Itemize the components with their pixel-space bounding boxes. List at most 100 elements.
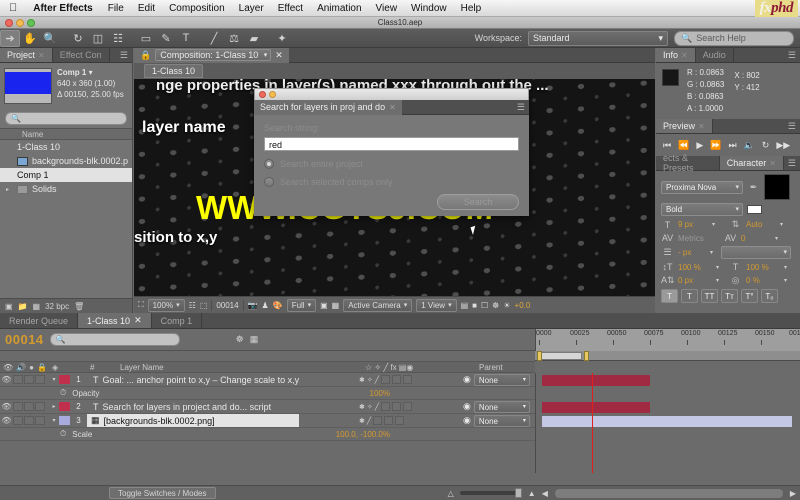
chevron-down-icon[interactable]: ▾ <box>712 221 715 228</box>
parent-select[interactable]: None <box>473 414 530 427</box>
region-icon[interactable]: ▣ <box>320 301 328 310</box>
footer-timecode[interactable]: 00014 <box>216 301 238 310</box>
camera-view-select[interactable]: Active Camera ▾ <box>343 298 413 312</box>
work-area-start-handle[interactable] <box>537 351 542 361</box>
panel-menu-icon[interactable]: ☰ <box>784 119 800 133</box>
new-folder-icon[interactable]: 📁 <box>18 302 28 311</box>
stroke-width-value[interactable]: - px <box>678 248 706 257</box>
first-frame-icon[interactable]: ⏮ <box>663 140 671 151</box>
tab-1-class-10[interactable]: 1-Class 10 ✕ <box>78 313 152 328</box>
chevron-down-icon[interactable]: ▾ <box>710 249 713 256</box>
vertical-scale-value[interactable]: 100 % <box>678 263 712 272</box>
fast-preview-icon[interactable]: ■ <box>472 301 477 310</box>
traffic-lights[interactable] <box>5 19 35 27</box>
transparency-grid-icon[interactable]: ▦ <box>332 301 340 310</box>
audio-toggle[interactable] <box>13 416 23 425</box>
comp-flowchart-icon[interactable]: ☸ <box>236 334 244 345</box>
table-row[interactable]: 👁 ▾ 3 ▦ [backgrounds-blk.0002.png] ✱ ╱ ◉… <box>0 414 535 428</box>
maximize-icon[interactable] <box>27 19 35 27</box>
chevron-down-icon[interactable]: ▾ <box>716 264 719 271</box>
work-area-bar[interactable] <box>535 351 800 361</box>
close-icon[interactable]: ✕ <box>38 51 45 60</box>
parent-pickwhip-icon[interactable]: ◉ <box>463 401 471 412</box>
solo-toggle[interactable] <box>24 402 34 411</box>
menu-item-effect[interactable]: Effect <box>271 3 310 14</box>
list-item[interactable]: Comp 1 <box>0 168 132 182</box>
timeline-icon[interactable]: ☐ <box>481 301 488 310</box>
hand-icon[interactable]: ✋ <box>20 30 40 47</box>
chevron-down-icon[interactable]: ▾ <box>775 235 778 242</box>
layer-switches[interactable]: ✱ ╱ <box>359 416 463 425</box>
bpc-label[interactable]: 32 bpc <box>45 302 69 311</box>
table-row[interactable]: 👁 ▾ 1 T Goal: ... anchor point to x,y – … <box>0 373 535 387</box>
tab-effect-controls[interactable]: Effect Con <box>53 48 110 62</box>
radio-icon[interactable] <box>264 177 274 187</box>
ram-preview-icon[interactable]: ▶▶ <box>776 140 790 151</box>
new-comp-icon[interactable]: ▣ <box>5 302 13 311</box>
snapshot-icon[interactable]: 📷 <box>248 301 258 310</box>
arrow-icon[interactable]: ➔ <box>0 29 20 47</box>
zoom-in-icon[interactable]: ▲ <box>528 489 536 498</box>
dialog-titlebar[interactable] <box>254 88 529 100</box>
close-icon[interactable]: ✕ <box>769 159 776 168</box>
property-value[interactable]: 100.0, -100.0% <box>336 430 390 439</box>
parent-cell[interactable]: ◉ None <box>463 400 535 413</box>
play-icon[interactable]: ▶ <box>696 140 703 151</box>
layer-toggles[interactable] <box>13 402 49 411</box>
tab-info[interactable]: Info ✕ <box>656 48 696 62</box>
solo-toggle[interactable] <box>24 375 34 384</box>
layer-label-color[interactable] <box>59 416 70 425</box>
tab-search-for-layers[interactable]: Search for layers in proj and do ✕ <box>254 99 402 115</box>
property-value[interactable]: 100% <box>370 389 390 398</box>
minimize-icon[interactable] <box>16 19 24 27</box>
kerning-value[interactable]: Metrics <box>678 234 712 243</box>
tab-character[interactable]: Character ✕ <box>719 156 784 170</box>
loop-icon[interactable]: ↻ <box>762 140 770 151</box>
exposure-value[interactable]: +0.0 <box>515 301 531 310</box>
eye-icon[interactable]: 👁 <box>0 402 13 411</box>
work-area-end-handle[interactable] <box>584 351 589 361</box>
layer-name-cell[interactable]: T Search for layers in project and do...… <box>87 402 359 412</box>
layer-bar[interactable] <box>542 416 792 427</box>
panel-menu-icon[interactable]: ☰ <box>784 156 800 170</box>
timeline-zoom-slider[interactable] <box>459 488 522 498</box>
motion-blur-toggle[interactable] <box>373 416 383 425</box>
pen-icon[interactable]: ✎ <box>156 30 176 47</box>
exposure-icon[interactable]: ☀ <box>503 301 510 310</box>
stroke-color-swatch[interactable] <box>747 205 762 214</box>
layer-switches[interactable]: ✱ ✧ ╱ <box>359 402 463 411</box>
clone-icon[interactable]: ⚖ <box>224 30 244 47</box>
chevron-down-icon[interactable]: ▾ <box>780 221 783 228</box>
font-size-value[interactable]: 9 px <box>678 220 708 229</box>
allcaps-icon[interactable]: TT <box>701 289 718 303</box>
slider-handle[interactable] <box>514 488 522 498</box>
italic-icon[interactable]: T <box>681 289 698 303</box>
playhead-line[interactable] <box>592 373 593 473</box>
menu-item-help[interactable]: Help <box>454 3 489 14</box>
layer-name-cell[interactable]: ▦ [backgrounds-blk.0002.png] <box>87 414 299 427</box>
solo-toggle[interactable] <box>24 416 34 425</box>
panel-menu-icon[interactable]: ☰ <box>513 102 529 113</box>
chevron-down-icon[interactable]: ▾ <box>784 264 787 271</box>
dialog-traffic-lights[interactable] <box>259 91 276 98</box>
adjustment-toggle[interactable] <box>391 375 401 384</box>
tsume-value[interactable]: 0 % <box>746 276 780 285</box>
show-snapshot-icon[interactable]: ♟ <box>262 301 269 310</box>
workspace-select[interactable]: Standard ▾ <box>528 30 668 46</box>
brush-icon[interactable]: ╱ <box>204 30 224 47</box>
threed-toggle[interactable] <box>402 375 412 384</box>
motion-blur-toggle[interactable] <box>380 402 390 411</box>
effects-icon[interactable]: ╱ <box>375 376 379 384</box>
search-string-input[interactable]: red <box>264 137 519 151</box>
region-of-interest-icon[interactable]: ⬚ <box>200 301 208 310</box>
stopwatch-icon[interactable]: ⏱ <box>60 388 66 398</box>
panel-menu-icon[interactable]: ☰ <box>116 48 132 62</box>
tab-render-queue[interactable]: Render Queue <box>0 313 79 328</box>
timeline-ruler[interactable]: 0000 00025 00050 00075 00100 00125 00150… <box>535 329 800 351</box>
menu-item-animation[interactable]: Animation <box>310 3 368 14</box>
list-item[interactable]: ▸ Solids <box>0 182 132 196</box>
search-button[interactable]: Search <box>437 194 519 210</box>
audio-icon[interactable]: 🔈 <box>744 140 755 151</box>
work-area-range[interactable] <box>540 352 582 360</box>
shy-icon[interactable]: ✱ <box>359 376 365 384</box>
